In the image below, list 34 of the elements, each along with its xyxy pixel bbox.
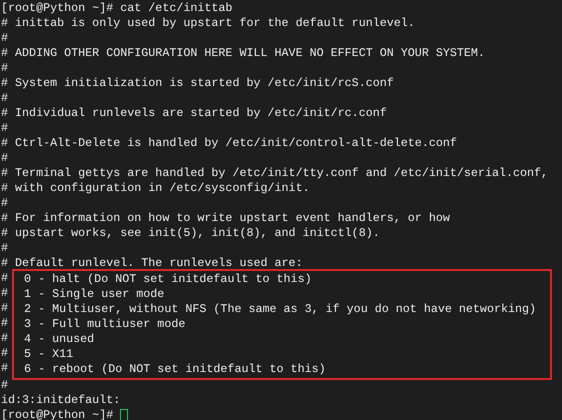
comment-mark: # (1, 286, 8, 301)
terminal-line: # (1, 121, 10, 136)
terminal-line: 2 - Multiuser, without NFS (The same as 3, if you do not have networking) (23, 302, 538, 317)
terminal-line: # Individual runlevels are started by /etc/init/rc.conf (1, 106, 388, 121)
terminal-line: # (1, 196, 10, 211)
terminal-line: id:3:initdefault: (1, 393, 122, 408)
terminal-line: # (1, 61, 10, 76)
terminal-line: # (1, 151, 10, 166)
terminal-line: # with configuration in /etc/sysconfig/init. (1, 181, 311, 196)
terminal-line: # Default runlevel. The runlevels used are: (1, 256, 304, 271)
terminal-line: # ADDING OTHER CONFIGURATION HERE WILL HAVE NO EFFECT ON YOUR SYSTEM. (1, 46, 486, 61)
terminal-line: # (1, 378, 10, 393)
terminal-line: # Terminal gettys are handled by /etc/init/tty.conf and /etc/init/serial.conf, (1, 166, 550, 181)
terminal-line: # For information on how to write upstart event handlers, or how (1, 211, 451, 226)
comment-mark: # (1, 316, 8, 331)
terminal-line: # (1, 31, 10, 46)
comment-mark: # (1, 346, 8, 361)
terminal-line: # inittab is only used by upstart for the default runlevel. (1, 16, 416, 31)
terminal-line: 0 - halt (Do NOT set initdefault to this) (23, 272, 313, 287)
terminal-line: 6 - reboot (Do NOT set initdefault to this) (23, 362, 327, 377)
terminal-line: # upstart works, see init(5), init(8), and initctl(8). (1, 226, 381, 241)
terminal-line: # Ctrl-Alt-Delete is handled by /etc/init/control-alt-delete.conf (1, 136, 458, 151)
terminal-line: # System initialization is started by /etc/init/rcS.conf (1, 76, 395, 91)
comment-mark: # (1, 361, 8, 376)
terminal-line: 5 - X11 (23, 347, 74, 362)
comment-mark: # (1, 331, 8, 346)
terminal-line: 3 - Full multiuser mode (23, 317, 186, 332)
terminal-line: # (1, 241, 10, 256)
comment-mark: # (1, 271, 8, 286)
terminal-line: [root@Python ~]# cat /etc/inittab (1, 1, 234, 16)
terminal-line: 4 - unused (23, 332, 96, 347)
comment-mark: # (1, 301, 8, 316)
terminal-line: # (1, 91, 10, 106)
terminal-line: 1 - Single user mode (23, 287, 166, 302)
